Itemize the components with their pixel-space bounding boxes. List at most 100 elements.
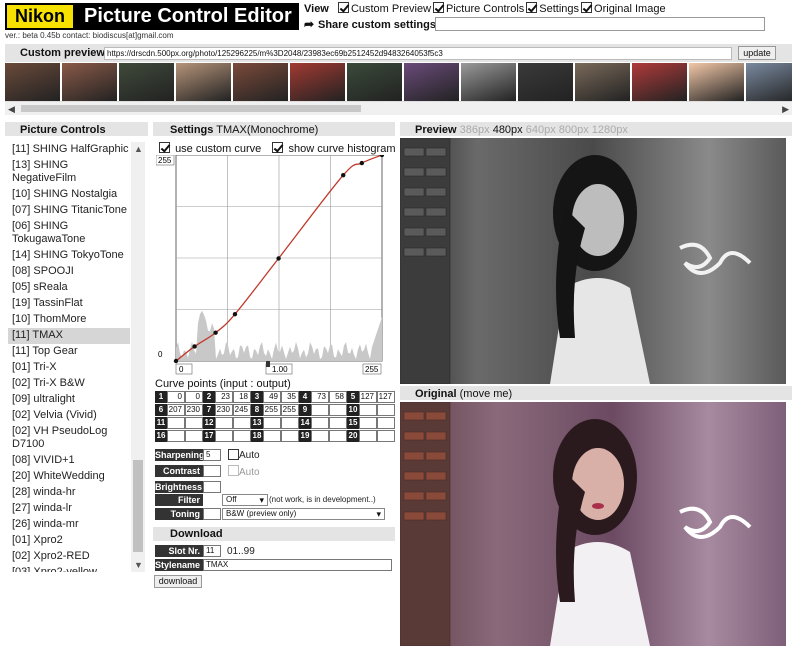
scroll-right-icon[interactable]: ▶ xyxy=(782,102,789,116)
picture-control-item[interactable]: [07] SHING TitanicTone xyxy=(8,203,130,219)
curve-point-input[interactable] xyxy=(263,430,281,442)
picture-control-item[interactable]: [19] TassinFlat xyxy=(8,296,130,312)
preview-thumbnail[interactable] xyxy=(404,63,459,101)
preview-size-option[interactable]: 480px xyxy=(490,124,523,136)
curve-point-input[interactable] xyxy=(215,430,233,442)
picture-control-item[interactable]: [02] Velvia (Vivid) xyxy=(8,408,130,424)
curve-point-input[interactable] xyxy=(359,417,377,429)
picture-control-item[interactable]: [05] sReala xyxy=(8,280,130,296)
curve-point-output[interactable] xyxy=(377,404,395,416)
preview-thumbnail[interactable] xyxy=(347,63,402,101)
custom-preview-url-input[interactable]: https://drscdn.500px.org/photo/125296225… xyxy=(104,47,732,60)
curve-point-handle[interactable] xyxy=(232,311,238,317)
curve-point-input[interactable]: 230 xyxy=(215,404,233,416)
curve-editor[interactable]: 255 0 0 1.00 255 xyxy=(156,155,384,377)
curve-point-handle[interactable] xyxy=(213,330,218,335)
picture-control-item[interactable]: [01] Xpro2 xyxy=(8,533,130,549)
thumbnail-scrollbar[interactable]: ◀ ▶ xyxy=(5,101,792,115)
sharpening-auto-checkbox[interactable] xyxy=(228,449,239,460)
curve-point-output[interactable] xyxy=(233,430,251,442)
download-button[interactable]: download xyxy=(154,575,202,588)
curve-point-output[interactable] xyxy=(329,417,347,429)
share-url-input[interactable] xyxy=(435,17,765,31)
preview-thumbnail[interactable] xyxy=(176,63,231,101)
scroll-thumb[interactable] xyxy=(133,460,143,552)
brightness-input[interactable] xyxy=(203,481,221,493)
curve-point-output[interactable] xyxy=(329,404,347,416)
curve-point-input[interactable] xyxy=(167,430,185,442)
curve-point-input[interactable] xyxy=(311,404,329,416)
picture-control-item[interactable]: [26] winda-mr xyxy=(8,517,130,533)
curve-point-output[interactable] xyxy=(185,417,203,429)
curve-point-input[interactable] xyxy=(215,417,233,429)
preview-thumbnail[interactable] xyxy=(575,63,630,101)
curve-point-handle[interactable] xyxy=(173,358,179,364)
preview-thumbnail[interactable] xyxy=(632,63,687,101)
preview-thumbnail[interactable] xyxy=(689,63,744,101)
curve-point-input[interactable]: 0 xyxy=(167,391,185,403)
contrast-input[interactable] xyxy=(203,465,221,477)
curve-point-input[interactable]: 127 xyxy=(359,391,377,403)
scroll-down-icon[interactable]: ▼ xyxy=(134,560,143,570)
curve-point-output[interactable] xyxy=(377,417,395,429)
preview-thumbnail[interactable] xyxy=(62,63,117,101)
picture-control-item[interactable]: [08] VIVID+1 xyxy=(8,453,130,469)
picture-control-item[interactable]: [11] TMAX xyxy=(8,328,130,344)
picture-control-item[interactable]: [10] ThomMore xyxy=(8,312,130,328)
curve-point-handle[interactable] xyxy=(192,344,197,349)
contrast-auto-checkbox[interactable] xyxy=(228,465,239,476)
picture-control-item[interactable]: [20] WhiteWedding xyxy=(8,469,130,485)
curve-point-output[interactable] xyxy=(329,430,347,442)
picture-controls-list[interactable]: [11] SHING HalfGraphic [13] SHING Negativ… xyxy=(8,142,130,572)
curve-point-input[interactable]: 49 xyxy=(263,391,281,403)
view-option-checkbox[interactable] xyxy=(526,2,538,13)
curve-point-handle[interactable] xyxy=(341,172,346,178)
curve-point-input[interactable]: 23 xyxy=(215,391,233,403)
curve-point-output[interactable] xyxy=(281,417,299,429)
view-option-checkbox[interactable] xyxy=(433,2,445,13)
picture-control-item[interactable]: [02] Tri-X B&W xyxy=(8,376,130,392)
preview-size-option[interactable]: 640px xyxy=(523,124,556,136)
picture-control-item[interactable]: [06] SHING TokugawaTone xyxy=(8,219,130,248)
curve-point-input[interactable] xyxy=(311,417,329,429)
curve-point-input[interactable] xyxy=(311,430,329,442)
curve-point-input[interactable]: 73 xyxy=(311,391,329,403)
view-option-checkbox[interactable] xyxy=(581,2,593,13)
sharpening-input[interactable]: 5 xyxy=(203,449,221,461)
scroll-left-icon[interactable]: ◀ xyxy=(8,102,15,116)
curve-point-input[interactable] xyxy=(359,404,377,416)
curve-point-output[interactable]: 18 xyxy=(233,391,251,403)
show-histogram-checkbox[interactable] xyxy=(272,142,284,153)
toning-input[interactable] xyxy=(203,508,221,520)
scroll-up-icon[interactable]: ▲ xyxy=(134,144,143,154)
picture-controls-scrollbar[interactable]: ▲ ▼ xyxy=(131,142,145,572)
picture-control-item[interactable]: [27] winda-lr xyxy=(8,501,130,517)
curve-point-output[interactable] xyxy=(185,430,203,442)
curve-point-output[interactable]: 255 xyxy=(281,404,299,416)
curve-point-input[interactable]: 255 xyxy=(263,404,281,416)
curve-point-handle[interactable] xyxy=(359,160,365,166)
picture-control-item[interactable]: [11] Top Gear xyxy=(8,344,130,360)
filter-select[interactable]: Off xyxy=(222,494,268,506)
curve-point-input[interactable] xyxy=(167,417,185,429)
picture-control-item[interactable]: [08] SPOOJI xyxy=(8,264,130,280)
curve-point-input[interactable] xyxy=(359,430,377,442)
use-custom-curve-checkbox[interactable] xyxy=(159,142,170,153)
curve-point-input[interactable]: 207 xyxy=(167,404,185,416)
picture-control-item[interactable]: [10] SHING Nostalgia xyxy=(8,187,130,203)
share-settings[interactable]: ➦ Share custom settings xyxy=(304,17,436,31)
curve-point-output[interactable]: 58 xyxy=(329,391,347,403)
preview-thumbnail[interactable] xyxy=(119,63,174,101)
picture-control-item[interactable]: [13] SHING NegativeFilm xyxy=(8,158,130,187)
preview-size-option[interactable]: 1280px xyxy=(589,124,628,136)
picture-control-item[interactable]: [03] Xpro2-yellow xyxy=(8,565,130,572)
preview-thumbnail[interactable] xyxy=(5,63,60,101)
curve-point-output[interactable]: 245 xyxy=(233,404,251,416)
preview-thumbnail[interactable] xyxy=(518,63,573,101)
picture-control-item[interactable]: [09] ultralight xyxy=(8,392,130,408)
curve-point-output[interactable]: 127 xyxy=(377,391,395,403)
curve-point-output[interactable] xyxy=(281,430,299,442)
curve-point-input[interactable] xyxy=(263,417,281,429)
toning-select[interactable]: B&W (preview only) xyxy=(222,508,385,520)
stylename-input[interactable]: TMAX xyxy=(203,559,392,571)
